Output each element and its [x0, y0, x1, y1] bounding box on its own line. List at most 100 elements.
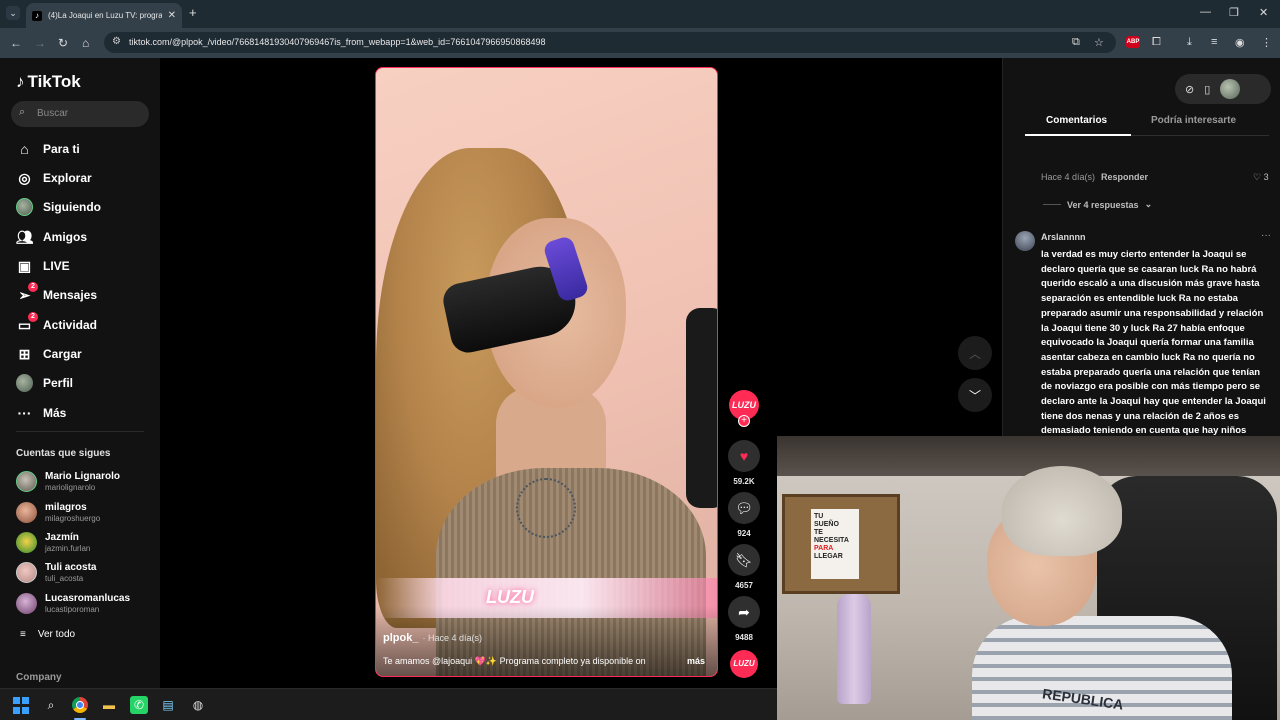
nav-mensajes[interactable]: ➢ 2 Mensajes: [16, 281, 98, 306]
commenter-name[interactable]: Arslannnn: [1041, 232, 1086, 242]
video-author[interactable]: plpok_ · Hace 4 día(s): [383, 632, 482, 644]
nav-cargar[interactable]: ⊞ Cargar: [16, 343, 82, 365]
device-icon[interactable]: ▯: [1204, 83, 1210, 96]
nav-label: Cargar: [43, 347, 82, 361]
user-avatar[interactable]: [1220, 79, 1241, 99]
account-name: Mario Lignarolo: [45, 471, 120, 482]
address-bar[interactable]: ⚙ tiktok.com/@plpok_/video/7668148193040…: [104, 32, 1116, 53]
share-button[interactable]: ➦: [728, 596, 760, 628]
coins-icon[interactable]: ⊘: [1185, 83, 1194, 96]
home-icon: ⌂: [20, 141, 29, 157]
thermos: [837, 594, 871, 704]
nav-siguiendo[interactable]: Siguiendo: [16, 196, 101, 218]
install-app-icon[interactable]: ⧉: [1072, 36, 1080, 49]
tab-search-button[interactable]: ⌄: [6, 6, 20, 20]
profile-avatar-icon[interactable]: ◉: [1235, 36, 1245, 49]
comment-likes[interactable]: ♡ 3: [1253, 172, 1269, 183]
nav-live[interactable]: ▣ LIVE: [16, 255, 70, 277]
account-handle: lucastiporoman: [45, 605, 100, 614]
new-tab-button[interactable]: +: [189, 5, 197, 20]
reload-icon[interactable]: ↻: [58, 36, 68, 50]
banner-logo: LUZU: [486, 587, 534, 607]
whatsapp-icon[interactable]: ✆: [130, 696, 148, 714]
profile-avatar: [16, 374, 33, 392]
tab-podria-interesarte[interactable]: Podría interesarte: [1151, 115, 1236, 126]
chrome-menu-icon[interactable]: ⋮: [1261, 36, 1272, 49]
sound-disc[interactable]: LUZU: [730, 650, 758, 678]
tab-comentarios[interactable]: Comentarios: [1046, 115, 1107, 126]
follow-plus-icon[interactable]: +: [738, 415, 750, 427]
adblock-extension-icon[interactable]: ABP: [1126, 36, 1140, 48]
view-replies-button[interactable]: Ver 4 respuestas ⌄: [1043, 199, 1152, 210]
download-icon[interactable]: ⤓: [1187, 36, 1192, 49]
steam-icon[interactable]: ◍: [189, 696, 207, 714]
search-icon[interactable]: ⌕: [42, 696, 60, 714]
comment-count: 924: [737, 529, 751, 538]
tiktok-logo[interactable]: ♪ TikTok: [16, 72, 81, 92]
home-icon[interactable]: ⌂: [82, 36, 89, 50]
commenter-avatar[interactable]: [1015, 231, 1035, 251]
restore-icon[interactable]: ❐: [1229, 6, 1239, 19]
chrome-icon[interactable]: [71, 696, 89, 714]
paper-plane-icon: ➢ 2: [16, 281, 38, 304]
forward-icon[interactable]: →: [34, 36, 46, 50]
comment-more-icon[interactable]: ···: [1261, 230, 1271, 241]
close-window-icon[interactable]: ✕: [1259, 6, 1268, 19]
nav-amigos[interactable]: 👥︎ Amigos: [16, 226, 87, 248]
site-info-icon[interactable]: ⚙: [112, 36, 121, 47]
close-tab-icon[interactable]: ✕: [168, 10, 176, 21]
comment-button[interactable]: 💬︎: [728, 492, 760, 524]
streamer: REPUBLICA: [972, 466, 1232, 720]
plus-square-icon: ⊞: [18, 345, 31, 362]
nav-mas[interactable]: ··· Más: [16, 402, 67, 424]
like-button[interactable]: ♥: [728, 440, 760, 472]
nav-actividad[interactable]: ▭ 2 Actividad: [16, 311, 97, 336]
account-handle: jazmin.furlan: [45, 544, 91, 553]
avatar: [16, 502, 37, 523]
see-all-label: Ver todo: [37, 629, 76, 640]
account-name: Jazmín: [45, 532, 79, 543]
post-time: · Hace 4 día(s): [422, 633, 482, 643]
followed-account[interactable]: Mario Lignarolo mariolignarolo: [16, 471, 120, 492]
followed-account[interactable]: Lucasromanlucas lucastiporoman: [16, 593, 130, 614]
nav-label: Explorar: [43, 171, 92, 185]
caption-more-button[interactable]: más: [687, 656, 705, 666]
video-caption: Te amamos @lajoaqui 💖✨ Programa completo…: [383, 656, 646, 666]
previous-video-button[interactable]: ︿: [958, 336, 992, 370]
save-count: 4657: [735, 581, 753, 590]
see-all-button[interactable]: ≡ Ver todo: [20, 629, 75, 640]
reading-list-icon[interactable]: ≡: [1211, 36, 1217, 48]
followed-account[interactable]: milagros milagroshuergo: [16, 502, 100, 523]
video-player[interactable]: LUZU: [375, 67, 718, 677]
divider: [16, 431, 144, 432]
nav-para-ti[interactable]: ⌂ Para ti: [16, 138, 79, 160]
account-name: Lucasromanlucas: [45, 593, 131, 604]
browser-tab-active[interactable]: ♪ (4)La Joaqui en Luzu TV: progra ✕: [26, 3, 182, 28]
bookmark-star-icon[interactable]: ☆: [1094, 36, 1104, 49]
poster-text: TU: [814, 513, 824, 520]
reply-button[interactable]: Responder: [1101, 172, 1148, 182]
nav-label: LIVE: [43, 259, 70, 273]
nav-perfil[interactable]: Perfil: [16, 372, 73, 394]
author-name: plpok_: [383, 632, 419, 644]
save-button[interactable]: 🔖︎: [728, 544, 760, 576]
avatar: [16, 532, 37, 553]
nav-explorar[interactable]: ◎ Explorar: [16, 167, 92, 189]
search-icon: ⌕: [19, 106, 26, 118]
followed-account[interactable]: Jazmín jazmin.furlan: [16, 532, 90, 553]
tiktok-sidebar: ♪ TikTok ⌕ Buscar ⌂ Para ti ◎ Explorar S…: [0, 58, 160, 688]
minimize-icon[interactable]: —: [1200, 6, 1211, 18]
back-icon[interactable]: ←: [10, 36, 22, 50]
company-link[interactable]: Company: [16, 672, 62, 683]
poster-text: TE: [814, 529, 823, 536]
shirt-text: REPUBLICA: [1041, 685, 1125, 713]
windows-start-icon[interactable]: [12, 696, 30, 714]
file-explorer-icon[interactable]: ▬: [100, 696, 118, 714]
search-input[interactable]: ⌕ Buscar: [11, 101, 149, 127]
avatar: [16, 562, 37, 583]
extensions-icon[interactable]: ⧠: [1152, 36, 1161, 49]
nav-label: Mensajes: [43, 288, 98, 302]
next-video-button[interactable]: ﹀: [958, 378, 992, 412]
notepad-icon[interactable]: ▤: [159, 696, 177, 714]
followed-account[interactable]: Tuli acosta tuli_acosta: [16, 562, 97, 583]
